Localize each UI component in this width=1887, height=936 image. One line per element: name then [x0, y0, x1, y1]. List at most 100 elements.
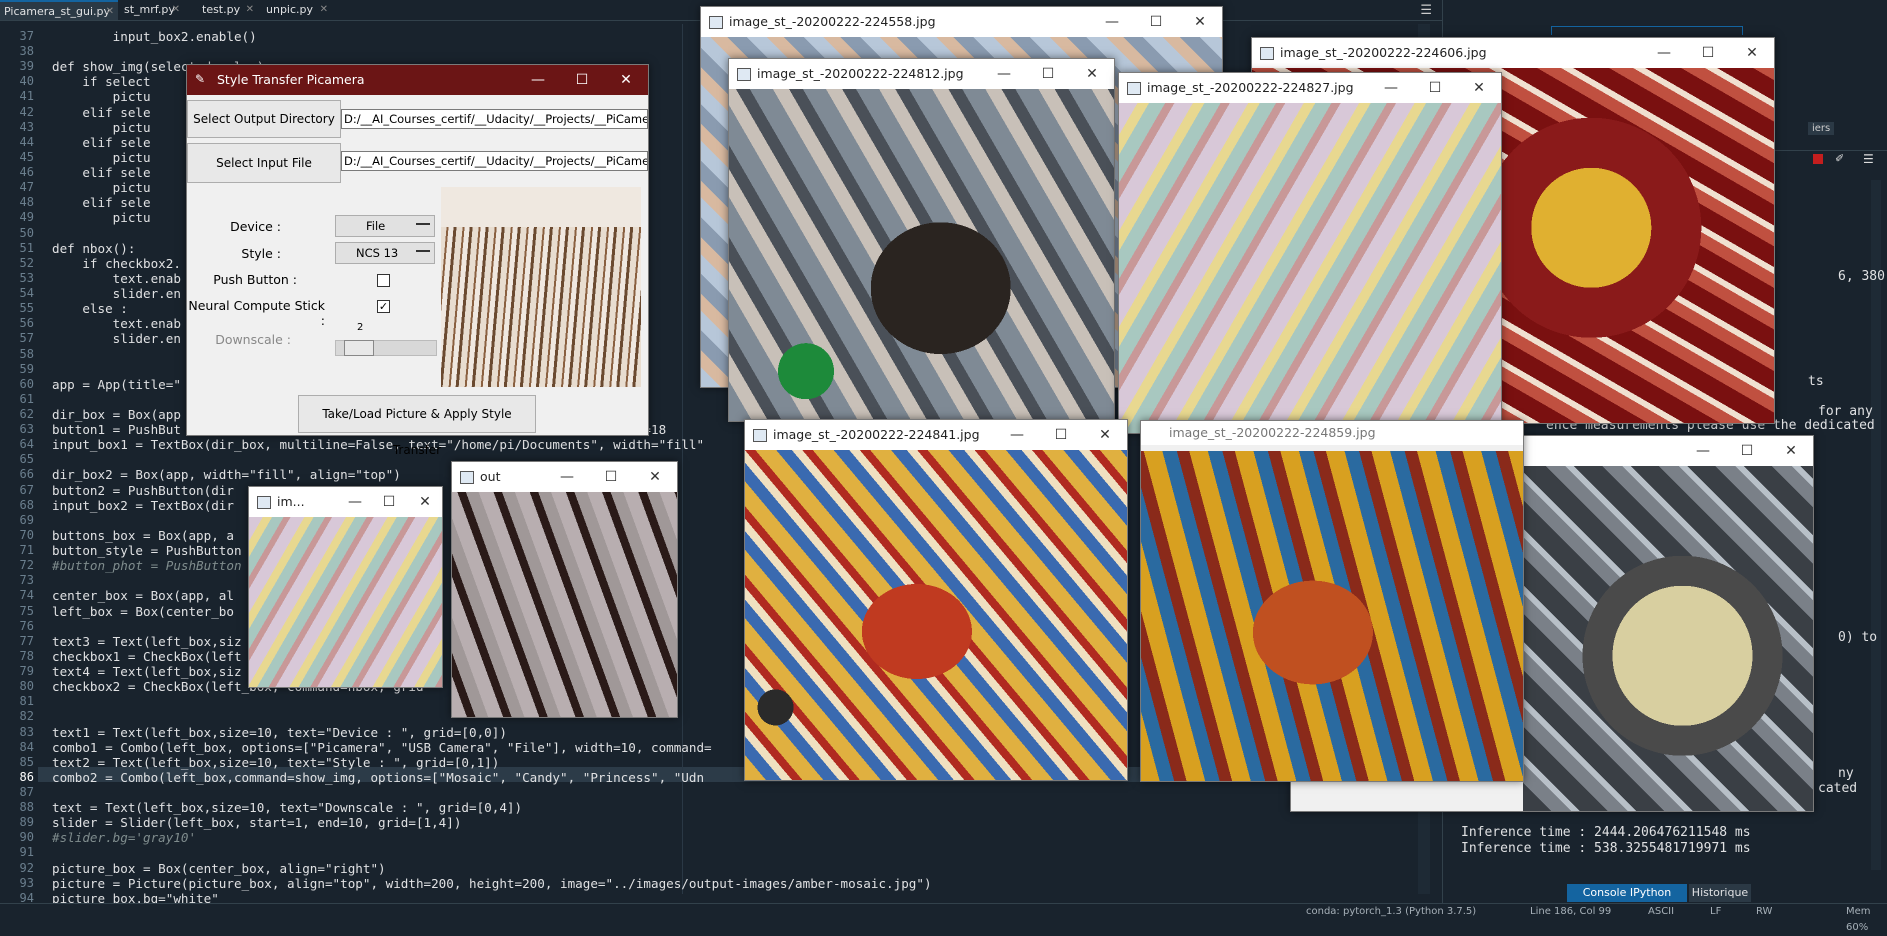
- code-line: text2 = Text(left_box,size=10, text="Sty…: [52, 755, 500, 770]
- line-number: 93: [19, 876, 34, 890]
- minimize-icon[interactable]: —: [1369, 73, 1413, 103]
- style-label: Style :: [241, 246, 281, 261]
- console-output-fragment: for any: [1818, 404, 1873, 419]
- minimize-icon[interactable]: —: [1681, 436, 1725, 466]
- line-number: 65: [19, 452, 34, 466]
- select-input-file-button[interactable]: Select Input File: [187, 143, 341, 183]
- code-line: slider.en: [52, 286, 181, 301]
- line-number: 42: [19, 105, 34, 119]
- code-line: checkbox1 = CheckBox(left: [52, 649, 242, 664]
- title-bar[interactable]: image_st_-20200222-224606.jpg — ☐ ✕: [1252, 38, 1774, 68]
- line-number: 81: [19, 694, 34, 708]
- line-number: 87: [19, 785, 34, 799]
- input-file-input[interactable]: D:/__AI_Courses_certif/__Udacity/__Proje…: [341, 151, 648, 171]
- close-icon[interactable]: ✕: [1457, 73, 1501, 103]
- downscale-slider[interactable]: [335, 340, 437, 356]
- image-window-224859[interactable]: image_st_-20200222-224859.jpg: [1140, 420, 1524, 782]
- line-number: 56: [19, 316, 34, 330]
- title-bar[interactable]: image_st_-20200222-224841.jpg — ☐ ✕: [745, 420, 1127, 450]
- code-line: if select: [52, 74, 151, 89]
- select-output-directory-button[interactable]: Select Output Directory: [187, 100, 341, 138]
- minimize-icon[interactable]: —: [338, 487, 372, 517]
- maximize-icon[interactable]: ☐: [1134, 7, 1178, 37]
- close-icon[interactable]: ✕: [1083, 420, 1127, 450]
- maximize-icon[interactable]: ☐: [1413, 73, 1457, 103]
- code-line: elif sele: [52, 195, 151, 210]
- line-number: 90: [19, 830, 34, 844]
- title-bar[interactable]: im... — ☐ ✕: [249, 487, 442, 517]
- ncs-checkbox[interactable]: ✓: [377, 300, 390, 313]
- line-number: 66: [19, 467, 34, 481]
- line-number: 84: [19, 740, 34, 754]
- stop-icon[interactable]: [1813, 154, 1823, 164]
- console-output-fragment: 6, 380) to: [1838, 269, 1887, 284]
- menu-icon[interactable]: ☰: [1863, 152, 1874, 166]
- close-icon[interactable]: ✕: [1769, 436, 1813, 466]
- ncs-label: Neural Compute Stick :: [188, 298, 325, 328]
- line-number: 89: [19, 815, 34, 829]
- code-line: text.enab: [52, 316, 181, 331]
- minimize-icon[interactable]: —: [1642, 38, 1686, 68]
- downscale-value: 2: [357, 322, 364, 333]
- styled-image-mosaic: [1119, 103, 1501, 433]
- maximize-icon[interactable]: ☐: [372, 487, 406, 517]
- maximize-icon[interactable]: ☐: [1686, 38, 1730, 68]
- title-bar[interactable]: image_st_-20200222-224827.jpg — ☐ ✕: [1119, 73, 1501, 103]
- close-icon[interactable]: ✕: [1730, 38, 1774, 68]
- dropdown-arrow-icon: [416, 250, 430, 252]
- close-icon[interactable]: ✕: [1178, 7, 1222, 37]
- line-number: 75: [19, 604, 34, 618]
- minimize-icon[interactable]: —: [1090, 7, 1134, 37]
- title-bar[interactable]: image_st_-20200222-224558.jpg — ☐ ✕: [701, 7, 1222, 37]
- title-bar[interactable]: ✎ Style Transfer Picamera — ☐ ✕: [187, 65, 648, 95]
- window-title: im...: [277, 494, 305, 509]
- close-icon[interactable]: ✕: [604, 65, 648, 95]
- eraser-icon[interactable]: ✐: [1835, 152, 1844, 165]
- close-icon[interactable]: ✕: [633, 462, 677, 492]
- close-icon[interactable]: ✕: [408, 487, 442, 517]
- image-window-out[interactable]: out — ☐ ✕: [451, 461, 678, 718]
- push-button-checkbox[interactable]: [377, 274, 390, 287]
- minimize-icon[interactable]: —: [545, 462, 589, 492]
- window-icon: [737, 68, 751, 81]
- image-window-224812[interactable]: image_st_-20200222-224812.jpg — ☐ ✕: [728, 58, 1115, 422]
- tab-console-ipython[interactable]: Console IPython: [1567, 884, 1687, 902]
- window-title: image_st_-20200222-224812.jpg: [757, 66, 964, 81]
- maximize-icon[interactable]: ☐: [1026, 59, 1070, 89]
- styled-image-thumbnail: [249, 517, 442, 687]
- title-bar[interactable]: image_st_-20200222-224812.jpg — ☐ ✕: [729, 59, 1114, 89]
- maximize-icon[interactable]: ☐: [1725, 436, 1769, 466]
- code-line: else :: [52, 301, 128, 316]
- maximize-icon[interactable]: ☐: [560, 65, 604, 95]
- code-line: if checkbox2.: [52, 256, 181, 271]
- style-value: NCS 13: [356, 246, 399, 260]
- close-icon[interactable]: ✕: [1070, 59, 1114, 89]
- line-number: 52: [19, 256, 34, 270]
- title-bar[interactable]: out — ☐ ✕: [452, 462, 677, 492]
- code-line: slider = Slider(left_box, start=1, end=1…: [52, 815, 462, 830]
- image-window-224827[interactable]: image_st_-20200222-224827.jpg — ☐ ✕: [1118, 72, 1502, 434]
- maximize-icon[interactable]: ☐: [1039, 420, 1083, 450]
- style-transfer-window[interactable]: ✎ Style Transfer Picamera — ☐ ✕ Select Out…: [186, 64, 649, 457]
- tab-history[interactable]: Historique: [1689, 884, 1751, 902]
- image-window-224841[interactable]: image_st_-20200222-224841.jpg — ☐ ✕: [744, 419, 1128, 781]
- line-number: 53: [19, 271, 34, 285]
- line-number: 38: [19, 44, 34, 58]
- console-output-fragment: ts: [1808, 374, 1824, 389]
- style-combo[interactable]: NCS 13: [335, 242, 435, 264]
- title-bar[interactable]: image_st_-20200222-224859.jpg: [1141, 421, 1523, 445]
- image-window-small[interactable]: im... — ☐ ✕: [248, 486, 443, 688]
- output-directory-input[interactable]: D:/__AI_Courses_certif/__Udacity/__Proje…: [341, 109, 648, 129]
- line-number: 74: [19, 588, 34, 602]
- code-line: #slider.bg='gray10': [52, 830, 197, 845]
- device-combo[interactable]: File: [335, 215, 435, 237]
- minimize-icon[interactable]: —: [995, 420, 1039, 450]
- minimize-icon[interactable]: —: [982, 59, 1026, 89]
- minimize-icon[interactable]: —: [516, 65, 560, 95]
- maximize-icon[interactable]: ☐: [589, 462, 633, 492]
- apply-style-transfer-button[interactable]: Take/Load Picture & Apply Style Transfer: [298, 395, 536, 457]
- line-number: 57: [19, 331, 34, 345]
- slider-handle[interactable]: [344, 340, 374, 356]
- styled-image-output: [452, 492, 677, 717]
- styled-image-faces: [729, 89, 1114, 421]
